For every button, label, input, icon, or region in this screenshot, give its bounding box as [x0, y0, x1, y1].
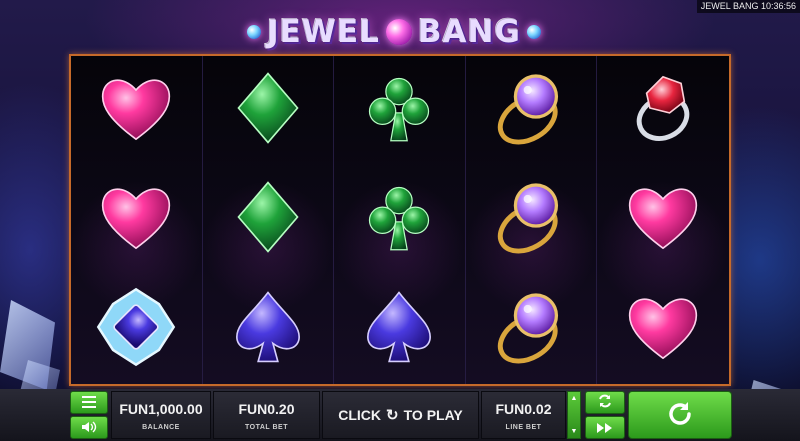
- reel-2: [202, 56, 335, 384]
- reel-2-row-1: [203, 56, 334, 165]
- spin-button[interactable]: [628, 391, 732, 439]
- reel-2-row-3: [203, 275, 334, 384]
- line-bet-label: LINE BET: [505, 423, 542, 431]
- game-logo: JEWEL BANG: [244, 10, 544, 54]
- line-bet-stepper[interactable]: ▲ ▼: [567, 391, 581, 439]
- gem-icon: [247, 25, 262, 39]
- sapphire-brooch-icon: [95, 286, 177, 373]
- reel-2-row-2: [203, 165, 334, 274]
- reels-board[interactable]: [69, 54, 731, 386]
- gem-icon: [526, 25, 541, 39]
- autoplay-icon: [597, 394, 613, 411]
- click-to-play-button[interactable]: CLICK ↻ TO PLAY: [322, 391, 479, 439]
- ruby-ring-icon: [622, 67, 704, 154]
- reel-1-row-2: [71, 165, 202, 274]
- menu-button[interactable]: [70, 391, 108, 414]
- clock: JEWEL BANG 10:36:56: [696, 0, 800, 13]
- reel-5-row-3: [597, 275, 729, 384]
- amethyst-ring-icon: [490, 176, 572, 263]
- reel-1-row-3: [71, 275, 202, 384]
- reel-4-row-2: [466, 165, 597, 274]
- fast-forward-icon: [597, 420, 613, 436]
- to-play-text: TO PLAY: [403, 407, 463, 423]
- amethyst-ring-icon: [490, 67, 572, 154]
- heart-icon: [95, 176, 177, 263]
- line-bet-value: FUN0.02: [495, 400, 552, 417]
- heart-icon: [622, 176, 704, 263]
- spade-icon: [227, 286, 309, 373]
- refresh-icon: ↻: [386, 407, 399, 424]
- reel-5-row-1: [597, 56, 729, 165]
- total-bet-panel: FUN0.20 TOTAL BET: [213, 391, 320, 439]
- amethyst-ring-icon: [490, 286, 572, 373]
- turbo-button[interactable]: [585, 416, 625, 439]
- balance-panel: FUN1,000.00 BALANCE: [111, 391, 211, 439]
- reel-4-row-1: [466, 56, 597, 165]
- autoplay-button[interactable]: [585, 391, 625, 414]
- club-icon: [358, 67, 440, 154]
- menu-icon: [82, 395, 96, 411]
- reel-4: [465, 56, 598, 384]
- reel-3-row-3: [334, 275, 465, 384]
- click-text: CLICK: [338, 407, 382, 423]
- reel-1: [71, 56, 203, 384]
- heart-icon: [95, 67, 177, 154]
- reel-5-row-2: [597, 165, 729, 274]
- speaker-icon: [81, 420, 97, 436]
- reel-4-row-3: [466, 275, 597, 384]
- click-to-play-text: CLICK ↻ TO PLAY: [338, 406, 463, 424]
- balance-value: FUN1,000.00: [119, 400, 203, 417]
- diamond-suit-icon: [227, 67, 309, 154]
- reel-3-row-1: [334, 56, 465, 165]
- balance-label: BALANCE: [142, 423, 180, 431]
- reel-1-row-1: [71, 56, 202, 165]
- club-icon: [358, 176, 440, 263]
- spin-icon: [665, 399, 695, 432]
- diamond-suit-icon: [227, 176, 309, 263]
- sound-button[interactable]: [70, 416, 108, 439]
- total-bet-label: TOTAL BET: [245, 423, 288, 431]
- reel-3: [334, 56, 466, 384]
- reel-5: [597, 56, 729, 384]
- increase-bet-icon[interactable]: ▲: [571, 395, 578, 402]
- gem-icon: [385, 19, 412, 45]
- total-bet-value: FUN0.20: [238, 400, 295, 417]
- logo-word-right: BANG: [417, 14, 521, 50]
- logo-word-left: JEWEL: [267, 14, 380, 50]
- line-bet-panel: FUN0.02 LINE BET: [481, 391, 566, 439]
- decrease-bet-icon[interactable]: ▼: [571, 428, 578, 435]
- heart-icon: [622, 286, 704, 373]
- spade-icon: [358, 286, 440, 373]
- reel-3-row-2: [334, 165, 465, 274]
